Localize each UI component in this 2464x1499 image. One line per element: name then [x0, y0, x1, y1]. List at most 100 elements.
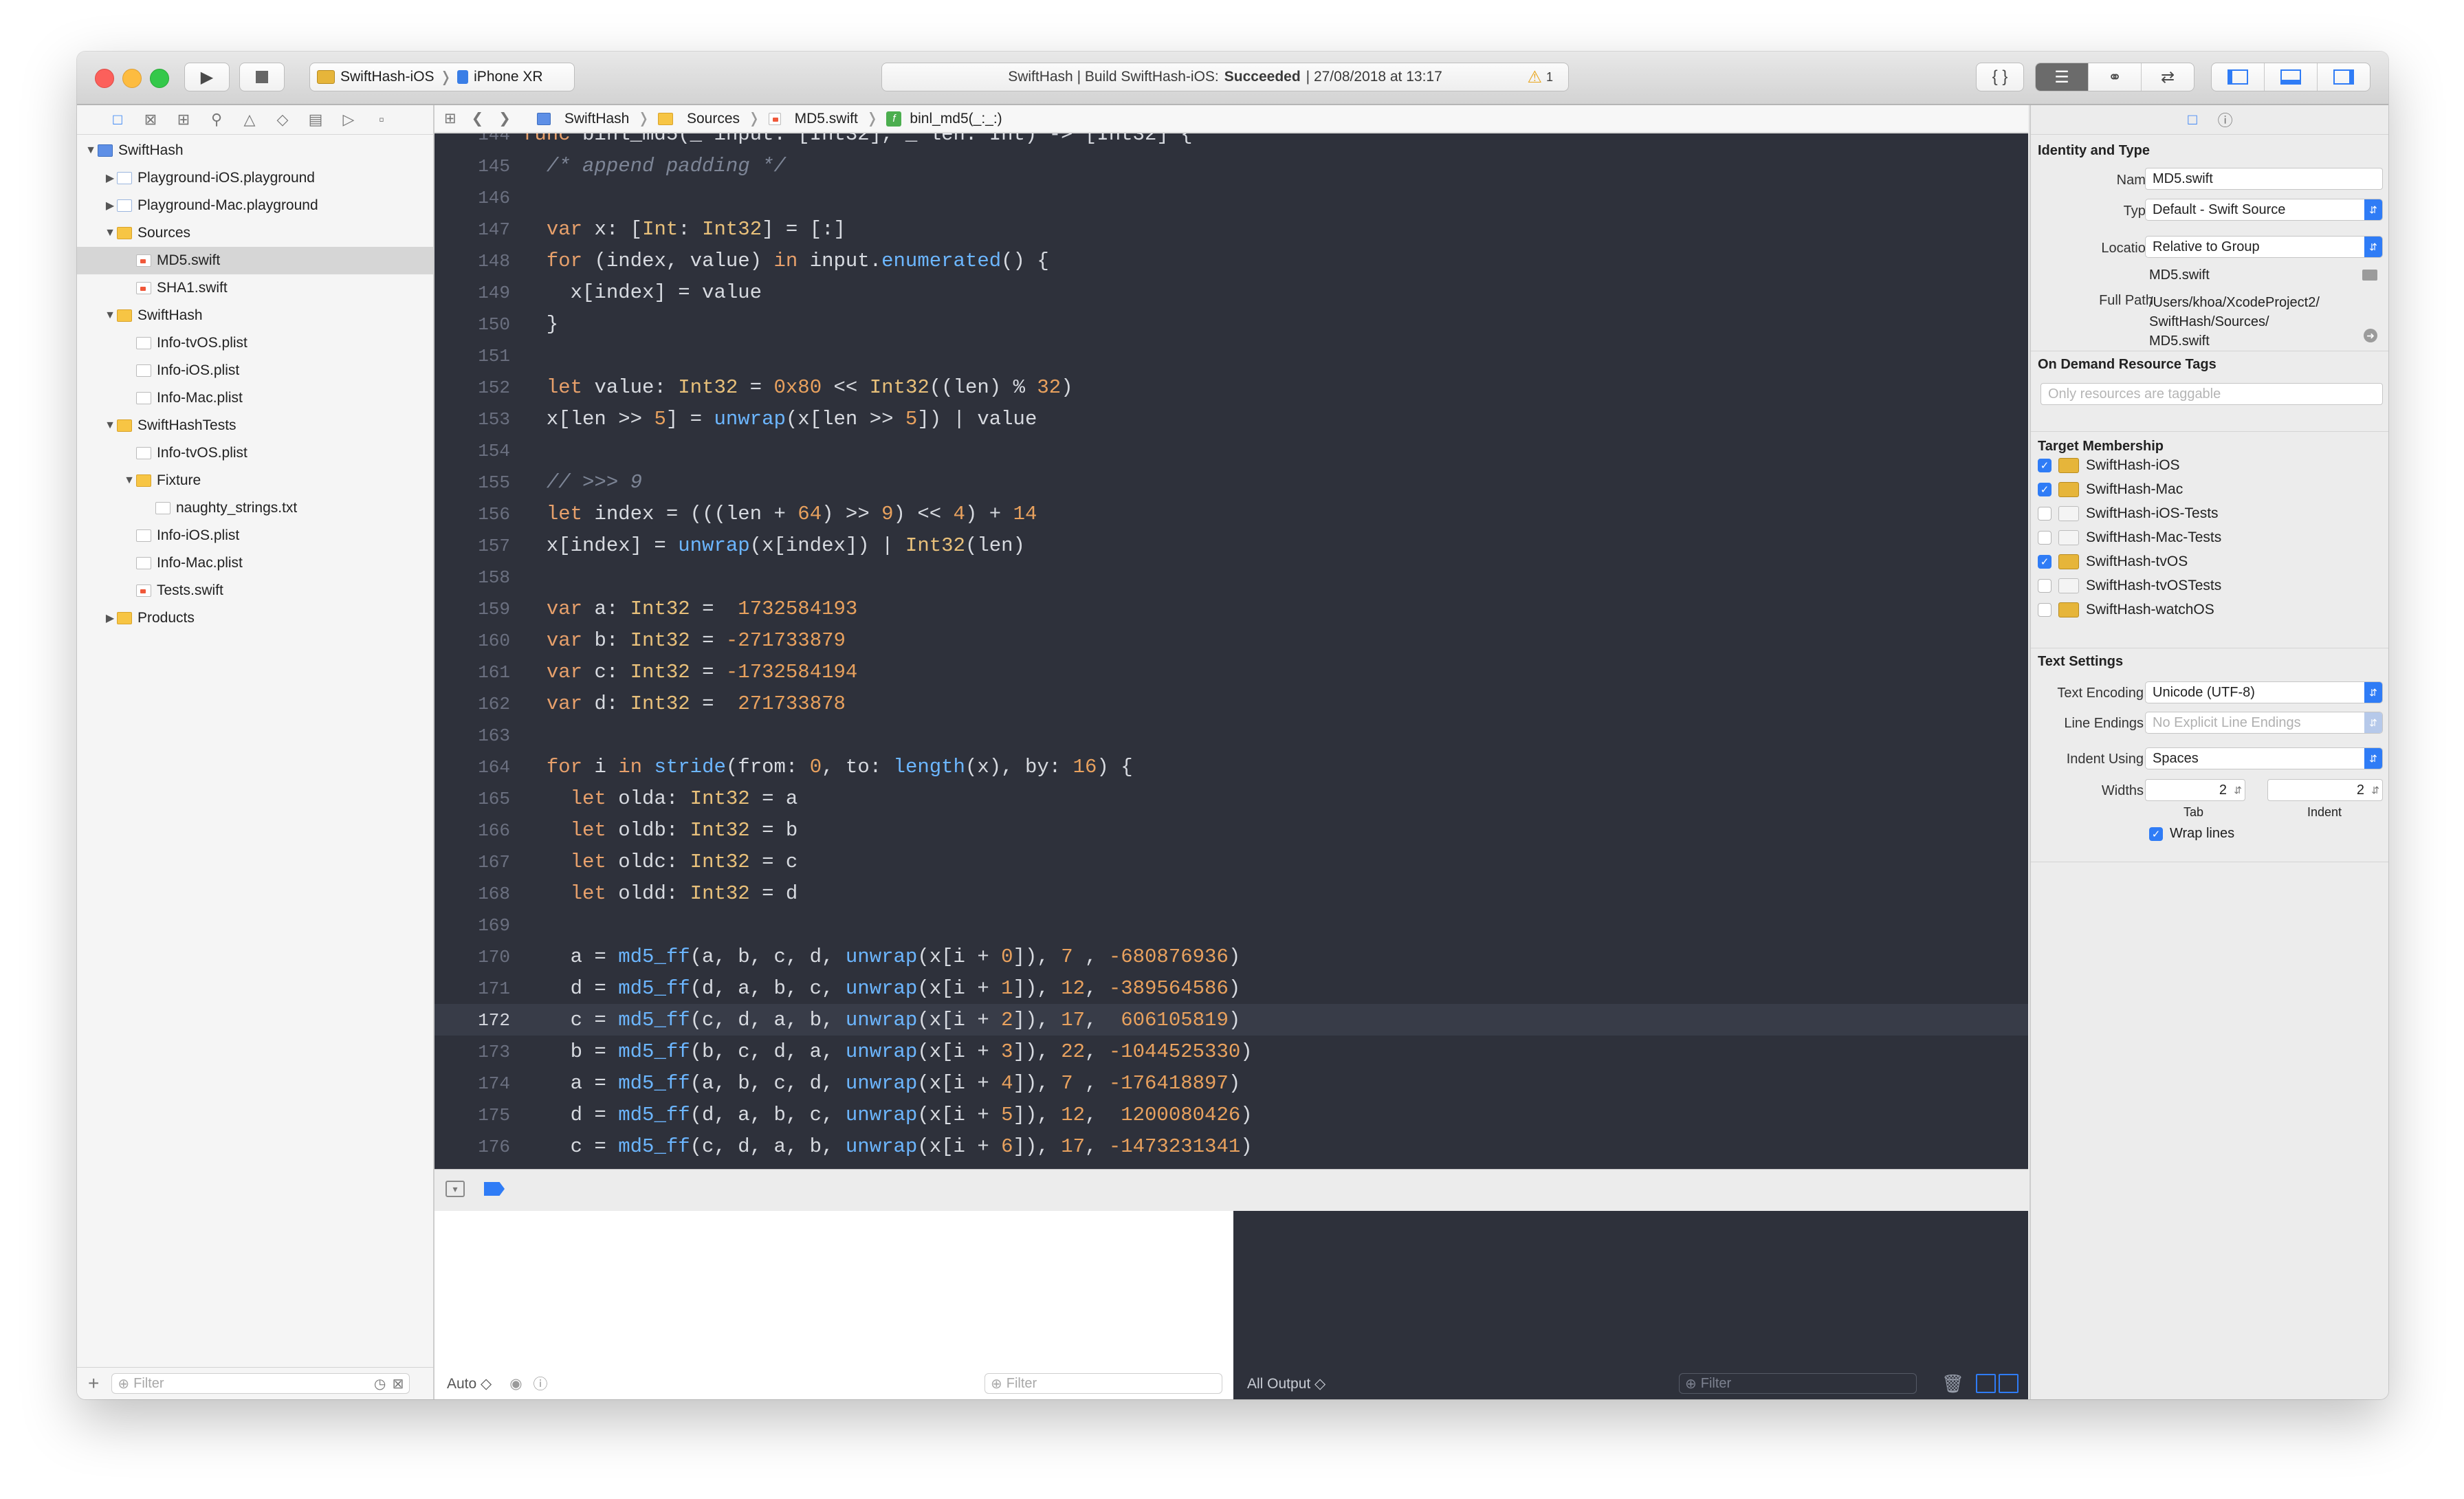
target-row[interactable]: SwiftHash-Mac-Tests: [2038, 526, 2221, 549]
code-line[interactable]: 174 a = md5_ff(a, b, c, d, unwrap(x[i + …: [434, 1067, 2028, 1099]
target-row[interactable]: SwiftHash-iOS-Tests: [2038, 502, 2219, 525]
type-popup[interactable]: Default - Swift Source ⇵: [2145, 199, 2383, 221]
variables-filter-field[interactable]: ⊕ Filter: [984, 1373, 1222, 1394]
code-line[interactable]: 165 let olda: Int32 = a: [434, 783, 2028, 814]
location-popup[interactable]: Relative to Group ⇵: [2145, 236, 2383, 258]
version-editor-button[interactable]: ⇄: [2142, 63, 2194, 91]
add-icon[interactable]: +: [88, 1372, 99, 1394]
wrap-lines-checkbox[interactable]: ✓: [2149, 827, 2163, 841]
disclosure-open-icon[interactable]: ▼: [103, 419, 117, 432]
tree-item[interactable]: Info-iOS.plist: [77, 357, 433, 384]
search-icon[interactable]: ⚲: [208, 111, 226, 129]
tree-item[interactable]: Info-Mac.plist: [77, 384, 433, 412]
target-row[interactable]: SwiftHash-watchOS: [2038, 598, 2214, 622]
tree-item[interactable]: ▼ SwiftHashTests: [77, 412, 433, 439]
tree-item[interactable]: Tests.swift: [77, 577, 433, 604]
code-line[interactable]: 153 x[len >> 5] = unwrap(x[len >> 5]) | …: [434, 403, 2028, 435]
issue-icon[interactable]: △: [241, 111, 258, 129]
target-checkbox[interactable]: [2038, 507, 2052, 521]
target-checkbox[interactable]: [2038, 603, 2052, 617]
forward-button[interactable]: ❯: [498, 110, 511, 127]
tree-item[interactable]: MD5.swift: [77, 247, 433, 274]
disclosure-closed-icon[interactable]: ▶: [103, 171, 117, 185]
target-checkbox[interactable]: ✓: [2038, 483, 2052, 496]
minimize-window-button[interactable]: [122, 69, 142, 88]
code-line[interactable]: 162 var d: Int32 = 271733878: [434, 688, 2028, 719]
zoom-window-button[interactable]: [150, 69, 169, 88]
console-view[interactable]: All Output ◇ ⊕ Filter 🗑: [1233, 1211, 2028, 1399]
crumb-group[interactable]: Sources: [687, 111, 740, 127]
tree-item[interactable]: SHA1.swift: [77, 274, 433, 302]
line-endings-popup[interactable]: No Explicit Line Endings ⇵: [2145, 712, 2383, 734]
code-line[interactable]: 167 let oldc: Int32 = c: [434, 846, 2028, 877]
standard-editor-button[interactable]: ☰: [2036, 63, 2089, 91]
tree-item[interactable]: ▶ Products: [77, 604, 433, 632]
assistant-editor-button[interactable]: ⚭: [2089, 63, 2142, 91]
back-button[interactable]: ❮: [472, 110, 484, 127]
disclosure-closed-icon[interactable]: ▶: [103, 611, 117, 625]
tree-item[interactable]: Info-tvOS.plist: [77, 439, 433, 467]
code-line[interactable]: 154: [434, 435, 2028, 466]
toggle-navigator-button[interactable]: [2212, 63, 2265, 91]
disclosure-open-icon[interactable]: ▼: [84, 144, 98, 157]
crumb-symbol[interactable]: binl_md5(_:_:): [910, 111, 1002, 127]
folder-icon[interactable]: [2362, 270, 2377, 281]
stepper-icon[interactable]: ⇵: [2234, 785, 2242, 796]
wrap-lines-row[interactable]: ✓ Wrap lines: [2149, 826, 2234, 842]
code-line[interactable]: 163: [434, 719, 2028, 751]
debug-icon[interactable]: ▤: [307, 111, 324, 129]
code-line[interactable]: 147 var x: [Int: Int32] = [:]: [434, 213, 2028, 245]
target-checkbox[interactable]: [2038, 579, 2052, 593]
code-line[interactable]: 158: [434, 561, 2028, 593]
stop-button[interactable]: [239, 63, 285, 91]
code-line[interactable]: 170 a = md5_ff(a, b, c, d, unwrap(x[i + …: [434, 941, 2028, 972]
code-line[interactable]: 175 d = md5_ff(d, a, b, c, unwrap(x[i + …: [434, 1099, 2028, 1130]
code-line[interactable]: 173 b = md5_ff(b, c, d, a, unwrap(x[i + …: [434, 1036, 2028, 1067]
code-line[interactable]: 145 /* append padding */: [434, 150, 2028, 182]
encoding-popup[interactable]: Unicode (UTF-8) ⇵: [2145, 681, 2383, 703]
close-window-button[interactable]: [95, 69, 114, 88]
target-checkbox[interactable]: ✓: [2038, 459, 2052, 472]
output-filter-popup[interactable]: All Output ◇: [1247, 1375, 1326, 1392]
tree-item[interactable]: ▼ Fixture: [77, 467, 433, 494]
code-line[interactable]: 168 let oldd: Int32 = d: [434, 877, 2028, 909]
source-control-icon[interactable]: ⊠: [142, 111, 160, 129]
code-line[interactable]: 176 c = md5_ff(c, d, a, b, unwrap(x[i + …: [434, 1130, 2028, 1162]
scheme-selector[interactable]: SwiftHash-iOS ❭ iPhone XR: [309, 63, 575, 91]
tab-width-field[interactable]: 2 ⇵: [2145, 779, 2245, 801]
disclosure-closed-icon[interactable]: ▶: [103, 199, 117, 212]
name-field[interactable]: MD5.swift: [2145, 168, 2383, 190]
help-icon[interactable]: ⓘ: [2218, 109, 2233, 131]
tree-item[interactable]: Info-tvOS.plist: [77, 329, 433, 357]
tree-item[interactable]: naughty_strings.txt: [77, 494, 433, 522]
reveal-arrow-icon[interactable]: ➜: [2364, 329, 2377, 342]
target-row[interactable]: ✓ SwiftHash-Mac: [2038, 478, 2183, 501]
crumb-file[interactable]: MD5.swift: [795, 111, 858, 127]
toggle-inspector-button[interactable]: [2318, 63, 2370, 91]
code-line[interactable]: 151: [434, 340, 2028, 371]
navigator-filter-field[interactable]: ⊕ Filter ◷ ⊠: [111, 1373, 410, 1394]
target-row[interactable]: ✓ SwiftHash-iOS: [2038, 454, 2180, 477]
recent-files-icon[interactable]: ◷: [374, 1375, 386, 1392]
odr-tags-field[interactable]: Only resources are taggable: [2040, 383, 2383, 405]
report-icon[interactable]: ▫: [373, 111, 390, 129]
file-icon[interactable]: □: [2188, 111, 2197, 129]
split-view-icon[interactable]: [1976, 1374, 2018, 1393]
related-items-icon[interactable]: ⊞: [444, 110, 456, 127]
disclosure-open-icon[interactable]: ▼: [103, 227, 117, 239]
crumb-project[interactable]: SwiftHash: [564, 111, 630, 127]
disclosure-open-icon[interactable]: ▼: [103, 309, 117, 322]
tree-item[interactable]: ▶ Playground-iOS.playground: [77, 164, 433, 192]
target-row[interactable]: ✓ SwiftHash-tvOS: [2038, 550, 2188, 573]
tree-item[interactable]: ▼ SwiftHash: [77, 302, 433, 329]
code-line[interactable]: 160 var b: Int32 = -271733879: [434, 624, 2028, 656]
code-line[interactable]: 164 for i in stride(from: 0, to: length(…: [434, 751, 2028, 783]
source-editor[interactable]: 144 func binl_md5(_ input: [Int32], _ len…: [434, 133, 2028, 1169]
code-line[interactable]: 149 x[index] = value: [434, 276, 2028, 308]
source-control-filter-icon[interactable]: ⊠: [393, 1375, 404, 1392]
code-line[interactable]: 166 let oldb: Int32 = b: [434, 814, 2028, 846]
test-icon[interactable]: ◇: [274, 111, 292, 129]
code-line[interactable]: 159 var a: Int32 = 1732584193: [434, 593, 2028, 624]
code-line[interactable]: 161 var c: Int32 = -1732584194: [434, 656, 2028, 688]
folder-icon[interactable]: □: [109, 111, 126, 129]
